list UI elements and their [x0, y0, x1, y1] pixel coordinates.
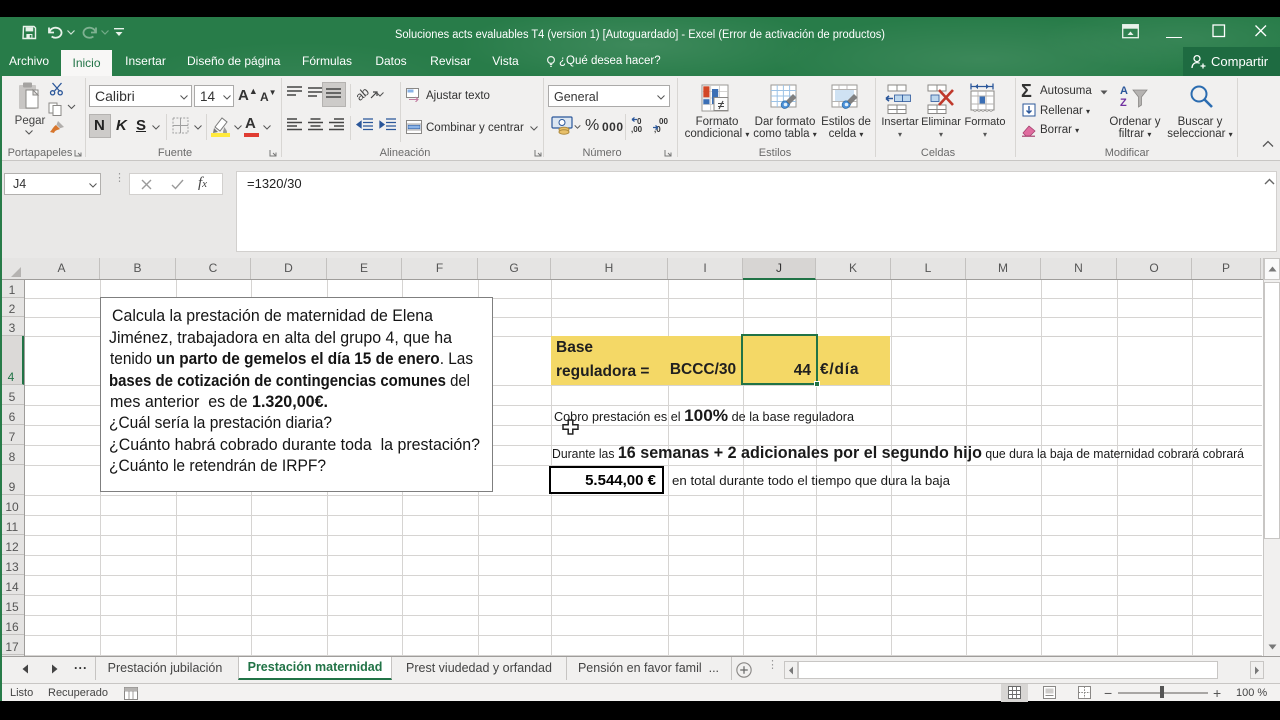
svg-text:,0: ,0: [654, 125, 661, 134]
svg-text:,00: ,00: [631, 125, 643, 134]
svg-text:ab: ab: [357, 84, 372, 104]
svg-text:A: A: [1120, 85, 1128, 97]
svg-text:Z: Z: [1120, 97, 1127, 109]
